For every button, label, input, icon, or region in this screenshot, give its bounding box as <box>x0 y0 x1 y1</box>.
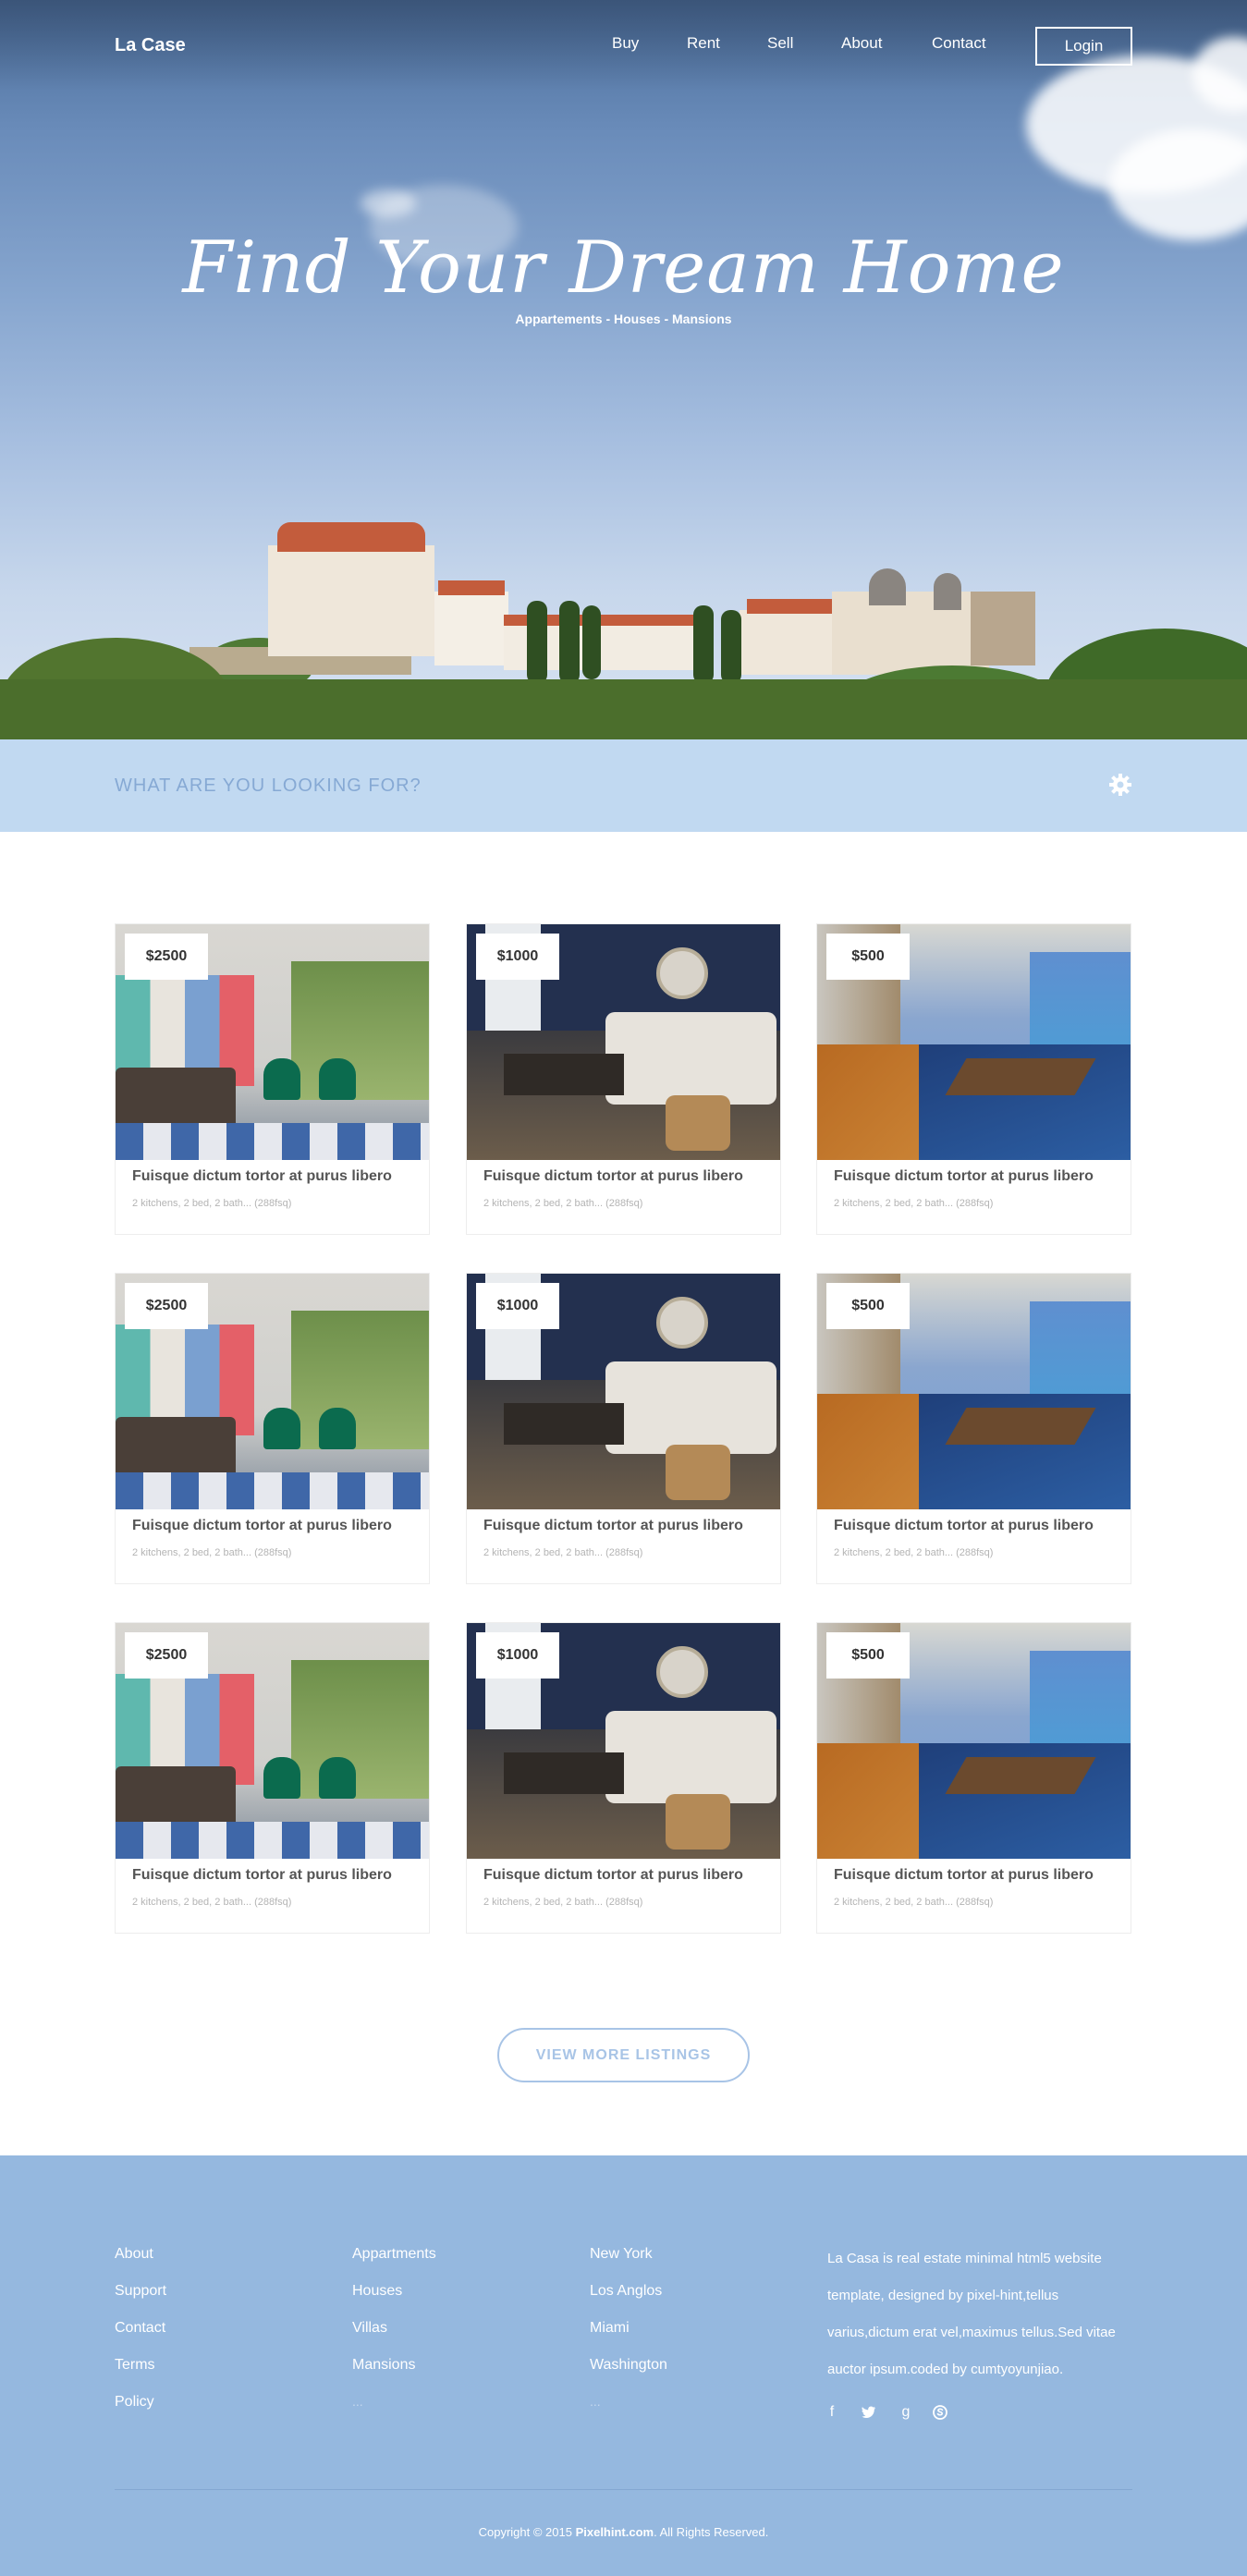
skype-icon[interactable] <box>931 2403 949 2422</box>
listing-desc: 2 kitchens, 2 bed, 2 bath... (288fsq) <box>132 1897 292 1908</box>
listing-card[interactable]: $500 Fuisque dictum tortor at purus libe… <box>816 1622 1131 1934</box>
price-tag: $500 <box>826 1632 910 1679</box>
castle-dome <box>869 568 906 605</box>
castle-roof <box>747 599 843 614</box>
listing-card[interactable]: $1000 Fuisque dictum tortor at purus lib… <box>466 1273 781 1584</box>
cypress <box>582 605 601 679</box>
price-tag: $1000 <box>476 1283 559 1329</box>
login-button[interactable]: Login <box>1035 27 1132 66</box>
castle-tower <box>971 592 1035 665</box>
castle-wing <box>434 592 508 665</box>
copyright-site-link[interactable]: Pixelhint.com <box>576 2525 654 2539</box>
footer-link-contact[interactable]: Contact <box>115 2320 165 2337</box>
footer-about-text: La Casa is real estate minimal html5 web… <box>827 2251 1116 2377</box>
listing-desc: 2 kitchens, 2 bed, 2 bath... (288fsq) <box>483 1897 643 1908</box>
listing-desc: 2 kitchens, 2 bed, 2 bath... (288fsq) <box>483 1547 643 1558</box>
castle-dome <box>934 573 961 610</box>
listing-desc: 2 kitchens, 2 bed, 2 bath... (288fsq) <box>132 1198 292 1209</box>
nav-rent[interactable]: Rent <box>687 34 720 53</box>
castle-roof <box>438 580 505 595</box>
nav-contact[interactable]: Contact <box>932 34 986 53</box>
listing-title[interactable]: Fuisque dictum tortor at purus libero <box>483 1518 743 1534</box>
nav-buy[interactable]: Buy <box>612 34 639 53</box>
cypress <box>527 601 547 684</box>
copyright: Copyright © 2015 Pixelhint.com. All Righ… <box>0 2525 1247 2539</box>
listing-desc: 2 kitchens, 2 bed, 2 bath... (288fsq) <box>834 1198 994 1209</box>
listing-desc: 2 kitchens, 2 bed, 2 bath... (288fsq) <box>834 1897 994 1908</box>
price-tag: $2500 <box>125 1283 208 1329</box>
footer-more-dots[interactable]: ... <box>352 2394 363 2409</box>
google-icon[interactable]: g <box>897 2403 915 2422</box>
listing-title[interactable]: Fuisque dictum tortor at purus libero <box>132 1518 392 1534</box>
listing-title[interactable]: Fuisque dictum tortor at purus libero <box>834 1518 1094 1534</box>
price-tag: $2500 <box>125 1632 208 1679</box>
price-tag: $1000 <box>476 934 559 980</box>
castle-roof <box>277 522 425 552</box>
hillside <box>0 679 1247 739</box>
footer-link-los-anglos[interactable]: Los Anglos <box>590 2283 662 2300</box>
price-tag: $2500 <box>125 934 208 980</box>
footer-divider <box>115 2489 1132 2490</box>
listing-desc: 2 kitchens, 2 bed, 2 bath... (288fsq) <box>132 1547 292 1558</box>
nav-about[interactable]: About <box>841 34 882 53</box>
listing-card[interactable]: $2500 Fuisque dictum tortor at purus lib… <box>115 1273 430 1584</box>
facebook-icon[interactable]: f <box>823 2403 841 2422</box>
footer-link-terms[interactable]: Terms <box>115 2357 155 2374</box>
footer-more-dots[interactable]: ... <box>590 2394 601 2409</box>
listing-title[interactable]: Fuisque dictum tortor at purus libero <box>132 1867 392 1884</box>
hero-title: Find Your Dream Home <box>182 226 1065 310</box>
cypress <box>721 610 741 684</box>
footer-link-villas[interactable]: Villas <box>352 2320 387 2337</box>
footer-link-mansions[interactable]: Mansions <box>352 2357 415 2374</box>
listing-desc: 2 kitchens, 2 bed, 2 bath... (288fsq) <box>834 1547 994 1558</box>
gear-icon[interactable] <box>1108 773 1132 797</box>
view-more-button[interactable]: VIEW MORE LISTINGS <box>497 2028 750 2082</box>
listing-card[interactable]: $2500 Fuisque dictum tortor at purus lib… <box>115 923 430 1235</box>
cypress <box>693 605 714 684</box>
footer-link-miami[interactable]: Miami <box>590 2320 630 2337</box>
copyright-suffix: . All Rights Reserved. <box>654 2525 769 2539</box>
footer-link-policy[interactable]: Policy <box>115 2394 154 2411</box>
price-tag: $500 <box>826 934 910 980</box>
cypress <box>559 601 580 684</box>
listing-card[interactable]: $1000 Fuisque dictum tortor at purus lib… <box>466 1622 781 1934</box>
listing-title[interactable]: Fuisque dictum tortor at purus libero <box>834 1867 1094 1884</box>
footer-link-support[interactable]: Support <box>115 2283 166 2300</box>
nav-sell[interactable]: Sell <box>767 34 793 53</box>
listing-title[interactable]: Fuisque dictum tortor at purus libero <box>483 1867 743 1884</box>
footer-link-about[interactable]: About <box>115 2246 153 2263</box>
listing-desc: 2 kitchens, 2 bed, 2 bath... (288fsq) <box>483 1198 643 1209</box>
price-tag: $500 <box>826 1283 910 1329</box>
search-bar[interactable]: WHAT ARE YOU LOOKING FOR? <box>0 739 1247 832</box>
twitter-icon[interactable] <box>860 2403 878 2422</box>
copyright-prefix: Copyright © 2015 <box>478 2525 572 2539</box>
hero-subtitle: Appartements - Houses - Mansions <box>515 311 732 326</box>
castle-wing <box>268 545 434 656</box>
footer-link-new-york[interactable]: New York <box>590 2246 653 2263</box>
footer-link-houses[interactable]: Houses <box>352 2283 402 2300</box>
brand-logo[interactable]: La Case <box>115 35 186 56</box>
listing-card[interactable]: $500 Fuisque dictum tortor at purus libe… <box>816 923 1131 1235</box>
listing-title[interactable]: Fuisque dictum tortor at purus libero <box>132 1168 392 1185</box>
search-label[interactable]: WHAT ARE YOU LOOKING FOR? <box>115 775 422 797</box>
listing-card[interactable]: $500 Fuisque dictum tortor at purus libe… <box>816 1273 1131 1584</box>
listing-card[interactable]: $1000 Fuisque dictum tortor at purus lib… <box>466 923 781 1235</box>
listing-title[interactable]: Fuisque dictum tortor at purus libero <box>834 1168 1094 1185</box>
listing-card[interactable]: $2500 Fuisque dictum tortor at purus lib… <box>115 1622 430 1934</box>
castle-wing <box>832 592 989 675</box>
cloud <box>361 189 416 217</box>
footer-link-washington[interactable]: Washington <box>590 2357 667 2374</box>
price-tag: $1000 <box>476 1632 559 1679</box>
footer-link-appartments[interactable]: Appartments <box>352 2246 436 2263</box>
hero-banner: La Case Buy Rent Sell About Contact Logi… <box>0 0 1247 739</box>
listing-title[interactable]: Fuisque dictum tortor at purus libero <box>483 1168 743 1185</box>
